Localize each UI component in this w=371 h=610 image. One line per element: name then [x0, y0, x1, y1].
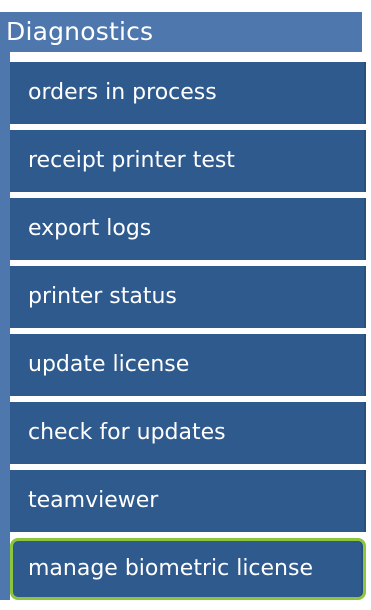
menu-item-orders-in-process[interactable]: orders in process: [10, 62, 366, 124]
menu-item-teamviewer[interactable]: teamviewer: [10, 470, 366, 532]
menu-item-receipt-printer-test[interactable]: receipt printer test: [10, 130, 366, 192]
menu-item-manage-biometric-license[interactable]: manage biometric license: [10, 538, 366, 600]
diagnostics-panel: Diagnostics orders in process receipt pr…: [0, 0, 371, 610]
menu-item-check-for-updates[interactable]: check for updates: [10, 402, 366, 464]
menu-item-printer-status[interactable]: printer status: [10, 266, 366, 328]
diagnostics-menu: orders in process receipt printer test e…: [0, 52, 371, 610]
menu-item-export-logs[interactable]: export logs: [10, 198, 366, 260]
panel-title: Diagnostics: [0, 12, 362, 52]
menu-item-update-license[interactable]: update license: [10, 334, 366, 396]
